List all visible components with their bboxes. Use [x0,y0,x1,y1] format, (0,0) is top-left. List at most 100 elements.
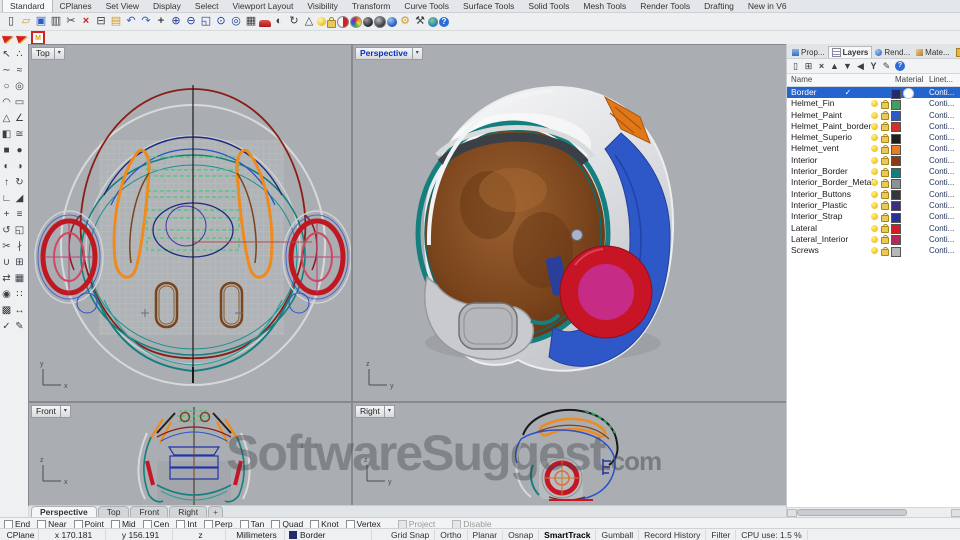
layer-visibility-bulb-icon[interactable] [871,236,878,243]
layer-color-swatch[interactable] [891,224,901,234]
collapse-layers-icon[interactable]: ◀ [856,60,865,72]
scrollbar-thumb[interactable] [797,509,907,516]
move-layer-up-icon[interactable]: ▲ [830,60,839,72]
layer-row[interactable]: Interior_Plastic Conti... [787,200,960,211]
scroll-left-button[interactable] [787,509,797,517]
layer-visibility-bulb-icon[interactable] [871,168,878,175]
render-settings-icon[interactable] [374,16,386,28]
undo-icon[interactable]: ↶ [124,14,138,29]
loft-tool-icon[interactable]: ≅ [13,126,26,142]
new-sublayer-icon[interactable]: ⊞ [804,60,813,72]
status-toggle[interactable]: Gumball [596,530,639,540]
polygon-tool-icon[interactable]: △ [0,110,13,126]
layer-visibility-bulb-icon[interactable] [871,145,878,152]
delete-icon[interactable]: × [79,14,93,29]
copy-tool-icon[interactable]: ≡ [13,206,26,222]
cut-icon[interactable]: ✂ [64,14,78,29]
grid-tool-icon[interactable]: ▩ [0,302,13,318]
chevron-down-icon[interactable]: ▾ [55,47,65,60]
popup-toolbar-icon-2[interactable] [16,33,28,44]
layer-material-dot[interactable] [903,122,912,131]
status-field[interactable]: z [173,529,226,540]
paste-icon[interactable]: ▤ [109,14,123,29]
curve-tool-icon[interactable]: ∼ [0,62,13,78]
pan-view-icon[interactable]: + [154,14,168,29]
check-tool-icon[interactable]: ✓ [0,318,13,334]
layer-lock-icon[interactable] [881,147,889,154]
layer-row[interactable]: Helmet_Paint Conti... [787,110,960,121]
menu-tab[interactable]: New in V6 [741,0,794,12]
render-preview-icon[interactable] [363,17,373,27]
menu-tab[interactable]: CPlanes [53,0,99,12]
status-toggle[interactable]: Osnap [503,530,539,540]
menu-tab[interactable]: Render Tools [633,0,697,12]
status-field[interactable]: Millimeters [226,529,285,540]
layer-tools-icon[interactable]: ✎ [882,60,891,72]
box-tool-icon[interactable]: ■ [0,142,13,158]
status-field[interactable]: CPlane [0,529,39,540]
dimension-tool-icon[interactable]: ↔ [13,302,26,318]
annotate-tool-icon[interactable]: ✎ [13,318,26,334]
redo-icon[interactable]: ↷ [139,14,153,29]
panel-tab[interactable]: Mate... [913,47,952,58]
layer-visibility-bulb-icon[interactable] [871,157,878,164]
status-toggle[interactable]: Grid Snap [386,530,435,540]
layer-visibility-bulb-icon[interactable] [871,191,878,198]
four-viewports-icon[interactable]: ▦ [244,14,258,29]
ellipse-tool-icon[interactable]: ◎ [13,78,26,94]
status-field[interactable]: Border [285,529,372,540]
layer-lock-icon[interactable] [881,226,889,233]
layer-color-swatch[interactable] [891,134,901,144]
set-view-icon[interactable]: △ [302,14,316,29]
color-wheel-icon[interactable] [350,16,362,28]
layer-row[interactable]: Helmet_vent Conti... [787,143,960,154]
layer-material-dot[interactable] [903,167,912,176]
viewport-perspective[interactable]: z y Perspective ▾ [353,45,786,401]
layer-lock-icon[interactable] [881,237,889,244]
layer-lock-icon[interactable] [881,170,889,177]
boolean-difference-tool-icon[interactable]: ◑ [13,158,26,174]
layer-material-dot[interactable] [903,156,912,165]
layer-visibility-bulb-icon[interactable] [871,202,878,209]
layer-visibility-bulb-icon[interactable] [871,225,878,232]
move-layer-down-icon[interactable]: ▼ [843,60,852,72]
menu-tab[interactable]: Transform [345,0,397,12]
join-tool-icon[interactable]: ∪ [0,254,13,270]
status-field[interactable]: x 170.181 [39,529,106,540]
split-tool-icon[interactable]: ∤ [13,238,26,254]
status-field[interactable]: y 156.191 [106,529,173,540]
layer-row[interactable]: Lateral_Interior Conti... [787,234,960,245]
array-tool-icon[interactable]: ▦ [13,270,26,286]
zoom-out-icon[interactable]: ⊖ [184,14,198,29]
layer-visibility-bulb-icon[interactable] [871,134,878,141]
material-sphere-tool-icon[interactable]: ◉ [0,286,13,302]
layer-lock-icon[interactable] [881,181,889,188]
menu-tab[interactable]: Display [146,0,188,12]
surface-tool-icon[interactable]: ◧ [0,126,13,142]
status-toggle[interactable]: SmartTrack [539,530,596,540]
status-toggle[interactable]: CPU use: 1.5 % [736,530,807,540]
viewport-right[interactable]: z y Right ▾ [353,403,786,505]
panel-tab[interactable]: Layers [828,46,873,58]
layer-lock-icon[interactable] [881,203,889,210]
layer-visibility-bulb-icon[interactable] [871,100,878,107]
link-icon[interactable]: ⚒ [413,14,427,29]
arc-tool-icon[interactable]: ◠ [0,94,13,110]
layer-lock-icon[interactable] [881,113,889,120]
menu-tab[interactable]: Viewport Layout [226,0,301,12]
layer-color-swatch[interactable] [891,156,901,166]
chamfer-tool-icon[interactable]: ◢ [13,190,26,206]
menu-tab[interactable]: Drafting [697,0,741,12]
new-document-icon[interactable]: ▯ [4,14,18,29]
scroll-right-button[interactable] [951,509,960,517]
layer-color-swatch[interactable] [891,201,901,211]
layer-material-dot[interactable] [903,201,912,210]
extrude-tool-icon[interactable]: ↑ [0,174,13,190]
layer-visibility-bulb-icon[interactable] [871,213,878,220]
viewport-title-front[interactable]: Front ▾ [31,405,71,418]
circle-tool-icon[interactable]: ○ [0,78,13,94]
viewport-title-top[interactable]: Top ▾ [31,47,65,60]
layer-color-swatch[interactable] [891,168,901,178]
menu-tab[interactable]: Visibility [300,0,345,12]
viewport-front[interactable]: z x Front ▾ [29,403,351,505]
